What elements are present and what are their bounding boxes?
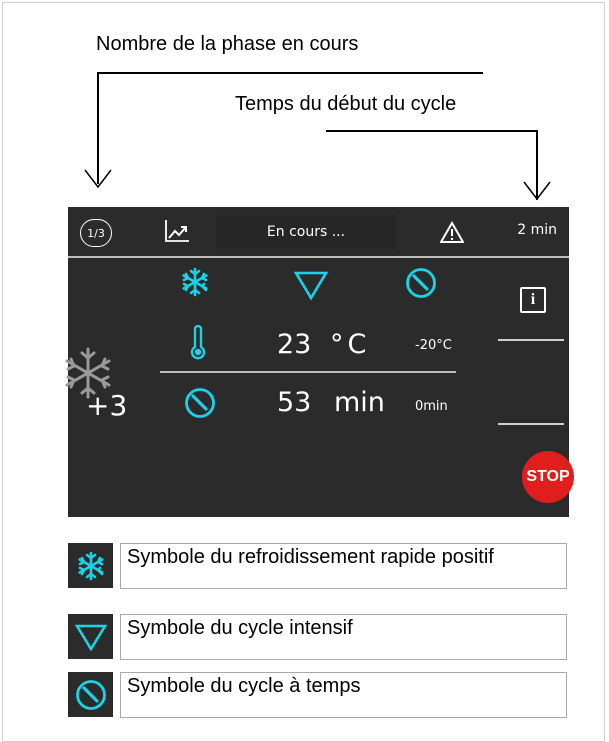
right-divider-2 — [498, 423, 564, 425]
legend-text: Symbole du refroidissement rapide positi… — [120, 543, 567, 589]
timer-icon — [185, 388, 215, 418]
stop-button[interactable]: STOP — [522, 451, 574, 503]
time-arrow-icon — [523, 181, 551, 201]
room-temperature: +3 — [86, 389, 128, 422]
right-divider-1 — [498, 339, 564, 341]
legend-text: Symbole du cycle à temps — [120, 672, 567, 718]
info-button[interactable]: i — [520, 287, 546, 313]
legend-text: Symbole du cycle intensif — [120, 614, 567, 660]
legend-snowflake-icon — [68, 543, 113, 588]
phase-callout-label: Nombre de la phase en cours — [96, 33, 359, 55]
legend-clock-icon — [68, 672, 113, 717]
phase-badge[interactable]: 1/3 — [80, 219, 112, 247]
triangle-down-icon — [294, 271, 328, 300]
duration-value: 53 — [277, 387, 312, 418]
graph-icon[interactable] — [164, 219, 190, 243]
temperature-unit: °C — [330, 329, 371, 360]
thermometer-icon — [190, 325, 206, 360]
temperature-value: 23 — [277, 329, 312, 360]
top-divider — [68, 256, 569, 258]
warning-icon[interactable] — [440, 221, 464, 243]
duration-unit: min — [334, 387, 385, 418]
elapsed-time: 2 min — [517, 222, 557, 238]
temperature-target: -20°C — [415, 338, 452, 353]
duration-target: 0min — [415, 399, 448, 414]
device-screen: 1/3 En cours ... 2 min i 23 °C -20°C +3 … — [65, 207, 574, 517]
clock-icon — [406, 268, 436, 298]
middle-divider — [160, 371, 456, 373]
time-callout-line-h — [326, 130, 537, 132]
phase-callout-line-h — [97, 72, 483, 74]
time-callout-label: Temps du début du cycle — [235, 93, 457, 115]
legend-triangle-down-icon — [68, 614, 113, 659]
snowflake-icon — [182, 267, 208, 297]
status-text: En cours ... — [216, 215, 396, 249]
phase-arrow-icon — [84, 169, 112, 189]
